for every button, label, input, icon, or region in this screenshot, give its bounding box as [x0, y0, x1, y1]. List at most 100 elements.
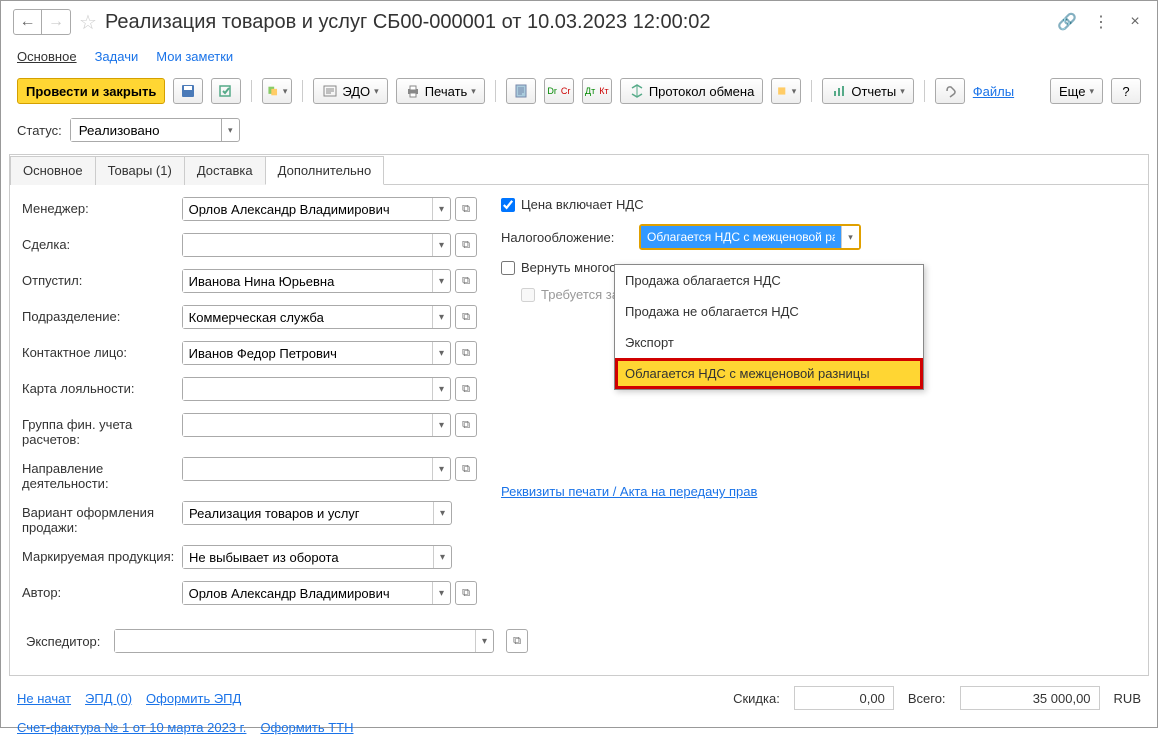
deposit-label: Требуется за	[541, 287, 619, 302]
status-label: Статус:	[17, 123, 62, 138]
post-close-button[interactable]: Провести и закрыть	[17, 78, 165, 104]
released-field[interactable]: ▾	[182, 269, 451, 293]
marked-field[interactable]: ▾	[182, 545, 452, 569]
form-area: Менеджер:▾⧉ Сделка:▾⧉ Отпустил:▾⧉ Подраз…	[10, 184, 1148, 629]
chevron-down-icon[interactable]: ▾	[432, 306, 450, 328]
right-column: Цена включает НДС Налогообложение: ▾ Вер…	[501, 197, 1136, 617]
dropdown-item-selected[interactable]: Облагается НДС с межценовой разницы	[615, 358, 923, 389]
not-started-link[interactable]: Не начат	[17, 691, 71, 706]
deal-label: Сделка:	[22, 233, 182, 252]
open-icon[interactable]: ⧉	[455, 341, 477, 365]
action-button[interactable]: ▾	[771, 78, 801, 104]
open-icon[interactable]: ⧉	[455, 197, 477, 221]
chevron-down-icon[interactable]: ▾	[432, 270, 450, 292]
open-icon[interactable]: ⧉	[455, 233, 477, 257]
fingroup-label: Группа фин. учета расчетов:	[22, 413, 182, 447]
open-icon[interactable]: ⧉	[506, 629, 528, 653]
open-icon[interactable]: ⧉	[455, 269, 477, 293]
marked-label: Маркируемая продукция:	[22, 545, 182, 564]
chevron-down-icon[interactable]: ▾	[432, 582, 450, 604]
post-button[interactable]	[211, 78, 241, 104]
titlebar: ← → ☆ Реализация товаров и услуг СБ00-00…	[1, 1, 1157, 43]
chevron-down-icon[interactable]: ▾	[432, 342, 450, 364]
tax-input[interactable]	[641, 226, 841, 248]
link-icon[interactable]: 🔗	[1057, 12, 1077, 32]
deal-field[interactable]: ▾	[182, 233, 451, 257]
return-checkbox[interactable]	[501, 261, 515, 275]
activity-field[interactable]: ▾	[182, 457, 451, 481]
status-row: Статус: ▾	[1, 110, 1157, 150]
dropdown-item[interactable]: Экспорт	[615, 327, 923, 358]
dropdown-item[interactable]: Продажа не облагается НДС	[615, 296, 923, 327]
currency: RUB	[1114, 691, 1141, 706]
fingroup-field[interactable]: ▾	[182, 413, 451, 437]
tab-goods[interactable]: Товары (1)	[95, 156, 185, 185]
edo-button[interactable]: ЭДО▾	[313, 78, 387, 104]
chevron-down-icon[interactable]: ▾	[432, 234, 450, 256]
star-icon[interactable]: ☆	[79, 10, 97, 35]
top-nav: Основное Задачи Мои заметки	[1, 43, 1157, 72]
status-select[interactable]: ▾	[70, 118, 240, 142]
dept-field[interactable]: ▾	[182, 305, 451, 329]
tax-select[interactable]: ▾	[639, 224, 861, 250]
doc1-button[interactable]	[506, 78, 536, 104]
close-icon[interactable]: ×	[1125, 13, 1145, 31]
open-icon[interactable]: ⧉	[455, 377, 477, 401]
chevron-down-icon[interactable]: ▾	[433, 502, 451, 524]
attach-button[interactable]	[935, 78, 965, 104]
vat-label: Цена включает НДС	[521, 197, 644, 212]
epd-create-link[interactable]: Оформить ЭПД	[146, 691, 241, 706]
chevron-down-icon[interactable]: ▾	[221, 119, 239, 141]
author-field[interactable]: ▾	[182, 581, 451, 605]
tax-label: Налогообложение:	[501, 230, 631, 245]
epd-link[interactable]: ЭПД (0)	[85, 691, 132, 706]
discount-value: 0,00	[794, 686, 894, 710]
tax-row: Налогообложение: ▾	[501, 224, 1136, 250]
more-button[interactable]: Еще▾	[1050, 78, 1103, 104]
chevron-down-icon[interactable]: ▾	[432, 414, 450, 436]
expeditor-field[interactable]: ▾	[114, 629, 494, 653]
tab-main[interactable]: Основное	[10, 156, 96, 185]
chevron-down-icon[interactable]: ▾	[432, 198, 450, 220]
deposit-checkbox	[521, 288, 535, 302]
print-button[interactable]: Печать▾	[396, 78, 485, 104]
nav-notes[interactable]: Мои заметки	[156, 49, 233, 64]
open-icon[interactable]: ⧉	[455, 305, 477, 329]
chevron-down-icon[interactable]: ▾	[841, 226, 859, 248]
tab-extra[interactable]: Дополнительно	[265, 156, 385, 185]
contact-field[interactable]: ▾	[182, 341, 451, 365]
nav-tasks[interactable]: Задачи	[95, 49, 139, 64]
dropdown-item[interactable]: Продажа облагается НДС	[615, 265, 923, 296]
vat-checkbox[interactable]	[501, 198, 515, 212]
back-button[interactable]: ←	[14, 10, 42, 34]
chevron-down-icon[interactable]: ▾	[475, 630, 493, 652]
chevron-down-icon[interactable]: ▾	[433, 546, 451, 568]
save-button[interactable]	[173, 78, 203, 104]
files-link[interactable]: Файлы	[973, 84, 1014, 99]
variant-field[interactable]: ▾	[182, 501, 452, 525]
dept-label: Подразделение:	[22, 305, 182, 324]
open-icon[interactable]: ⧉	[455, 413, 477, 437]
nav-main[interactable]: Основное	[17, 49, 77, 64]
chevron-down-icon[interactable]: ▾	[432, 378, 450, 400]
reports-button[interactable]: Отчеты▾	[822, 78, 913, 104]
tab-delivery[interactable]: Доставка	[184, 156, 266, 185]
status-input[interactable]	[71, 119, 221, 141]
content: Основное Товары (1) Доставка Дополнитель…	[9, 154, 1149, 676]
forward-button[interactable]: →	[42, 10, 70, 34]
variant-label: Вариант оформления продажи:	[22, 501, 182, 535]
chevron-down-icon[interactable]: ▾	[432, 458, 450, 480]
print-req-link[interactable]: Реквизиты печати / Акта на передачу прав	[501, 484, 757, 499]
open-icon[interactable]: ⧉	[455, 581, 477, 605]
dtkt-button[interactable]: ДтКт	[582, 78, 612, 104]
manager-field[interactable]: ▾	[182, 197, 451, 221]
help-button[interactable]: ?	[1111, 78, 1141, 104]
create-based-button[interactable]: ▾	[262, 78, 292, 104]
open-icon[interactable]: ⧉	[455, 457, 477, 481]
loyalty-field[interactable]: ▾	[182, 377, 451, 401]
manager-label: Менеджер:	[22, 197, 182, 216]
drcr-button[interactable]: DrCr	[544, 78, 574, 104]
protocol-button[interactable]: Протокол обмена	[620, 78, 764, 104]
return-label: Вернуть многоо	[521, 260, 616, 275]
kebab-icon[interactable]: ⋮	[1091, 12, 1111, 32]
